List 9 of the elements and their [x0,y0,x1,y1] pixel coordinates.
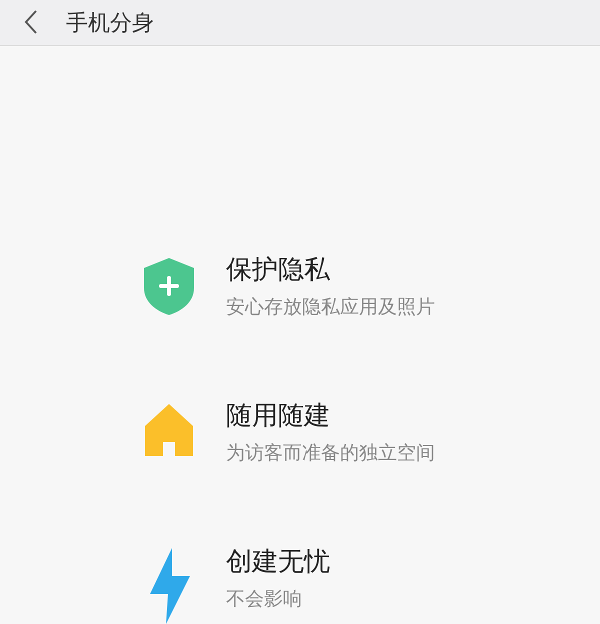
page-title: 手机分身 [66,10,154,38]
feature-title: 随用随建 [226,400,331,433]
house-icon [144,402,194,458]
feature-title: 保护隐私 [226,254,331,287]
feature-description: 不会影响 [226,587,303,612]
feature-description: 为访客而准备的独立空间 [226,441,435,466]
feature-title: 创建无忧 [226,546,330,579]
feature-description: 安心存放隐私应用及照片 [226,295,435,320]
shield-plus-icon [142,256,196,316]
